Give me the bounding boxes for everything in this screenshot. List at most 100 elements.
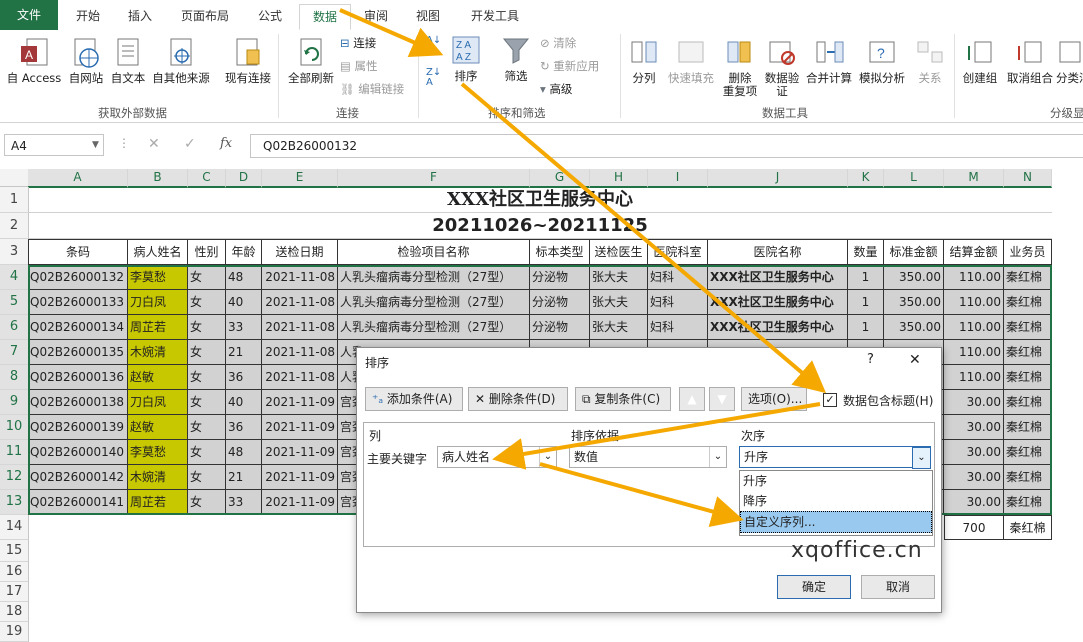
tab-insert[interactable]: 插入	[120, 4, 160, 28]
row-header-8[interactable]: 8	[0, 365, 29, 390]
sheet-title[interactable]: XXX社区卫生服务中心	[28, 187, 1052, 213]
header-checkbox[interactable]: ✓	[823, 393, 837, 407]
reapply-button[interactable]: ↻ 重新应用	[540, 57, 599, 75]
table-header-cell[interactable]: 送检日期	[262, 239, 338, 265]
column-header-g[interactable]: G	[530, 169, 590, 188]
order-option[interactable]: 升序	[740, 471, 932, 491]
column-header-c[interactable]: C	[188, 169, 226, 188]
ungroup-button[interactable]: 取消组合	[1004, 38, 1056, 85]
table-header-cell[interactable]: 性别	[188, 239, 226, 265]
order-option-custom-list[interactable]: 自定义序列...	[740, 511, 932, 533]
select-all-corner[interactable]	[0, 169, 29, 187]
text-to-columns-button[interactable]: 分列	[626, 38, 662, 85]
cancel-button[interactable]: 取消	[861, 575, 935, 599]
from-text-button[interactable]: 自文本	[108, 38, 148, 85]
remove-duplicates-button[interactable]: 删除 重复项	[720, 38, 760, 98]
table-header-cell[interactable]: 业务员	[1004, 239, 1052, 265]
tab-home[interactable]: 开始	[68, 4, 108, 28]
sort-za-icon[interactable]: Z↓ A	[426, 68, 441, 88]
table-header-cell[interactable]: 检验项目名称	[338, 239, 530, 265]
row-header-6[interactable]: 6	[0, 315, 29, 340]
row-header-19[interactable]: 19	[0, 622, 29, 642]
chevron-down-icon[interactable]: ⌄	[539, 447, 556, 467]
row-header-9[interactable]: 9	[0, 390, 29, 415]
advanced-filter-button[interactable]: ▾ 高级	[540, 80, 572, 98]
sort-az-icon[interactable]: A↓ Z	[426, 36, 441, 56]
table-header-cell[interactable]: 医院名称	[708, 239, 848, 265]
from-other-sources-button[interactable]: 自其他来源	[150, 38, 212, 85]
total-cell[interactable]: 700	[944, 515, 1004, 540]
what-if-analysis-button[interactable]: ? 模拟分析	[856, 38, 908, 85]
insert-function-icon[interactable]: fx	[220, 136, 232, 151]
row-header-12[interactable]: 12	[0, 465, 29, 490]
sort-on-select[interactable]: 数值	[569, 446, 727, 468]
sheet-date-range[interactable]: 20211026~20211125	[28, 213, 1052, 239]
move-down-button[interactable]: ▼	[709, 387, 735, 411]
row-header-15[interactable]: 15	[0, 540, 29, 562]
tab-developer[interactable]: 开发工具	[462, 4, 528, 28]
group-button[interactable]: 创建组	[958, 38, 1002, 85]
column-header-k[interactable]: K	[848, 169, 884, 188]
add-level-button[interactable]: ⁺ₐ 添加条件(A)	[365, 387, 463, 411]
data-validation-button[interactable]: 数据验证	[760, 38, 804, 98]
row-header-18[interactable]: 18	[0, 602, 29, 622]
table-header-cell[interactable]: 医院科室	[648, 239, 708, 265]
table-header-cell[interactable]: 年龄	[226, 239, 262, 265]
help-icon[interactable]: ?	[867, 352, 874, 367]
clear-filter-button[interactable]: ⊘ 清除	[540, 34, 576, 52]
relationships-button[interactable]: 关系	[910, 38, 950, 85]
table-header-cell[interactable]: 条码	[28, 239, 128, 265]
column-header-l[interactable]: L	[884, 169, 944, 188]
row-header-13[interactable]: 13	[0, 490, 29, 515]
table-header-cell[interactable]: 数量	[848, 239, 884, 265]
tab-formulas[interactable]: 公式	[250, 4, 290, 28]
properties-button[interactable]: ▤ 属性	[340, 57, 378, 75]
total-person-cell[interactable]: 秦红棉	[1004, 515, 1052, 540]
row-header-5[interactable]: 5	[0, 290, 29, 315]
column-header-b[interactable]: B	[128, 169, 188, 188]
delete-level-button[interactable]: ✕ 删除条件(D)	[468, 387, 568, 411]
close-icon[interactable]: ✕	[909, 352, 921, 368]
sort-button[interactable]: Z AA Z 排序	[446, 36, 486, 83]
existing-connections-button[interactable]: 现有连接	[222, 38, 274, 85]
chevron-down-icon[interactable]: ⌄	[912, 447, 931, 469]
copy-level-button[interactable]: ⧉ 复制条件(C)	[575, 387, 671, 411]
table-header-cell[interactable]: 病人姓名	[128, 239, 188, 265]
confirm-entry-icon[interactable]: ✓	[184, 136, 196, 152]
tab-page-layout[interactable]: 页面布局	[172, 4, 238, 28]
column-header-n[interactable]: N	[1004, 169, 1052, 188]
row-header-4[interactable]: 4	[0, 265, 29, 290]
from-access-button[interactable]: A 自 Access	[4, 38, 64, 85]
filter-button[interactable]: 筛选	[496, 36, 536, 83]
move-up-button[interactable]: ▲	[679, 387, 705, 411]
name-box[interactable]: A4	[4, 134, 104, 156]
row-header-7[interactable]: 7	[0, 340, 29, 365]
tab-view[interactable]: 视图	[408, 4, 448, 28]
from-web-button[interactable]: 自网站	[64, 38, 108, 85]
tab-file[interactable]: 文件	[0, 0, 58, 30]
ok-button[interactable]: 确定	[777, 575, 851, 599]
row-header-3[interactable]: 3	[0, 239, 29, 265]
tab-review[interactable]: 审阅	[356, 4, 396, 28]
row-header-14[interactable]: 14	[0, 515, 29, 540]
connections-button[interactable]: ⊟ 连接	[340, 34, 376, 52]
column-header-d[interactable]: D	[226, 169, 262, 188]
column-header-j[interactable]: J	[708, 169, 848, 188]
tab-data[interactable]: 数据	[299, 4, 351, 30]
column-header-i[interactable]: I	[648, 169, 708, 188]
flash-fill-button[interactable]: 快速填充	[664, 38, 718, 85]
row-header-10[interactable]: 10	[0, 415, 29, 440]
chevron-down-icon[interactable]: ⌄	[709, 447, 726, 467]
row-header-11[interactable]: 11	[0, 440, 29, 465]
order-select[interactable]: 升序	[739, 446, 931, 468]
column-header-m[interactable]: M	[944, 169, 1004, 188]
refresh-all-button[interactable]: 全部刷新	[284, 38, 338, 85]
row-header-16[interactable]: 16	[0, 562, 29, 582]
table-header-cell[interactable]: 结算金额	[944, 239, 1004, 265]
table-header-cell[interactable]: 标准金额	[884, 239, 944, 265]
table-header-cell[interactable]: 标本类型	[530, 239, 590, 265]
column-header-h[interactable]: H	[590, 169, 648, 188]
column-header-e[interactable]: E	[262, 169, 338, 188]
options-button[interactable]: 选项(O)...	[741, 387, 807, 411]
cancel-entry-icon[interactable]: ✕	[148, 136, 160, 152]
